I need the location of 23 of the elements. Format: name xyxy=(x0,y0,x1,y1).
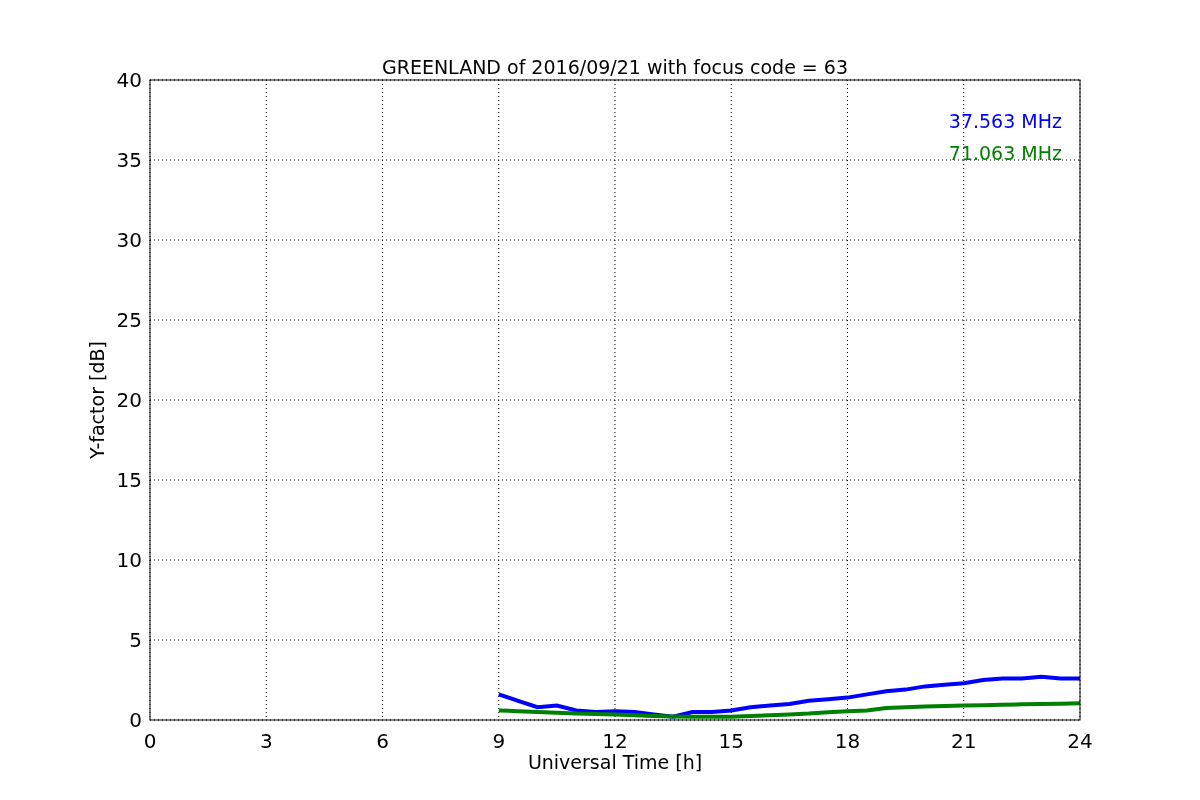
y-tick-label: 5 xyxy=(129,628,142,652)
y-tick-label: 30 xyxy=(116,228,142,252)
x-tick-label: 12 xyxy=(602,729,628,753)
x-tick-label: 18 xyxy=(834,729,861,753)
x-tick-label: 6 xyxy=(376,729,389,753)
y-tick-label: 10 xyxy=(116,548,142,572)
y-axis-label: Y-factor [dB] xyxy=(86,341,108,459)
y-tick-label: 0 xyxy=(129,708,142,732)
y-tick-label: 25 xyxy=(116,308,142,332)
y-tick-label: 20 xyxy=(116,388,142,412)
y-tick-label: 35 xyxy=(116,148,142,172)
x-tick-label: 9 xyxy=(492,729,506,753)
y-tick-label: 40 xyxy=(116,68,142,92)
x-tick-label: 24 xyxy=(1067,729,1093,753)
x-axis-label: Universal Time [h] xyxy=(527,751,703,773)
x-tick-label: 15 xyxy=(718,729,744,753)
x-tick-label: 3 xyxy=(259,729,273,753)
x-tick-label: 0 xyxy=(143,729,157,753)
x-tick-label: 21 xyxy=(951,729,977,753)
legend-label: 37.563 MHz xyxy=(948,110,1062,132)
chart-title: GREENLAND of 2016/09/21 with focus code = 63 xyxy=(382,56,848,78)
y-tick-label: 15 xyxy=(116,468,142,492)
legend-label: 71.063 MHz xyxy=(948,142,1062,164)
